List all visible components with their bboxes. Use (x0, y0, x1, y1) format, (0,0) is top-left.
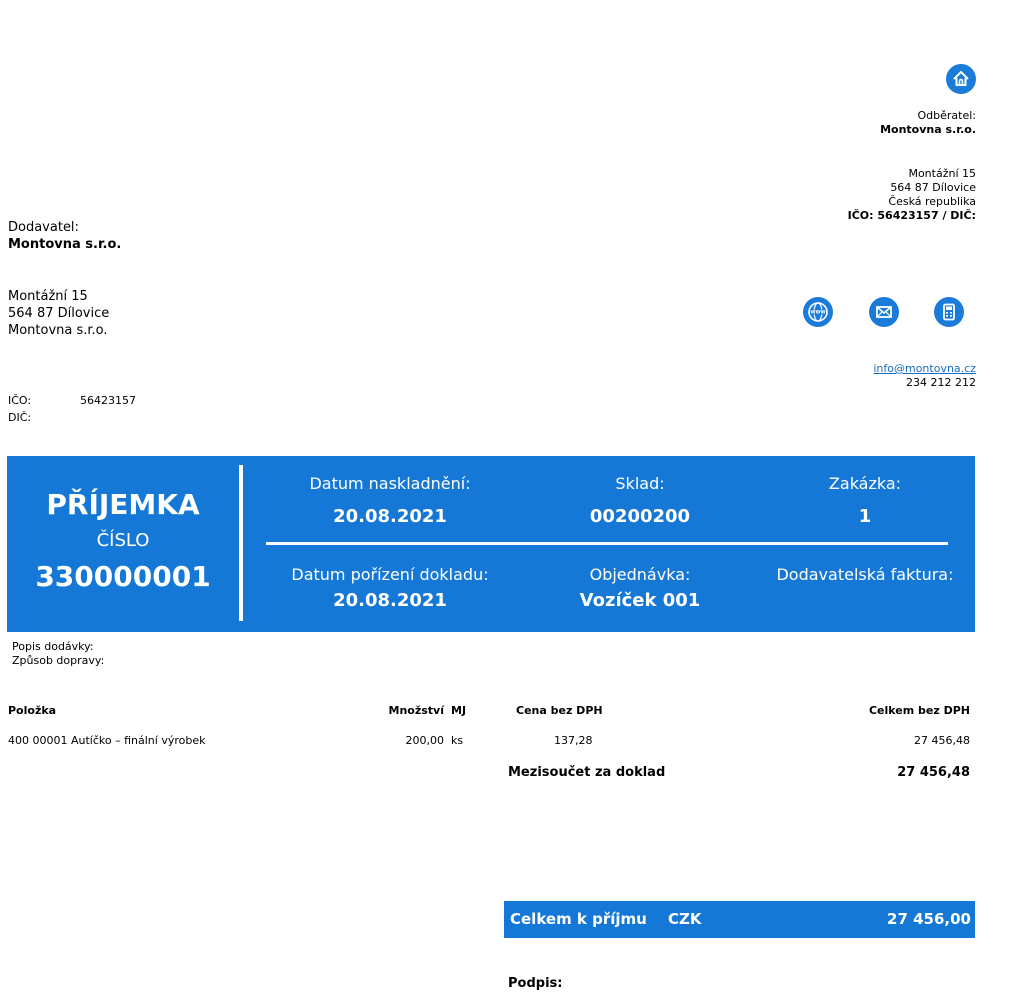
customer-country: Česká republika (888, 195, 976, 208)
supplier-city: 564 87 Dílovice (8, 306, 110, 321)
customer-street: Montážní 15 (908, 167, 976, 180)
col-header-price: Cena bez DPH (516, 704, 603, 717)
document-number-label: ČÍSLO (96, 530, 150, 551)
transport-label: Způsob dopravy: (12, 654, 105, 667)
home-icon (946, 64, 976, 94)
supplier-name: Montovna s.r.o. (8, 237, 122, 252)
row-item: 400 00001 Autíčko – finální výrobek (8, 734, 206, 747)
supplier-ico-row: IČO: 56423157 (8, 394, 136, 408)
job-value: 1 (858, 506, 872, 527)
row-total: 27 456,48 (914, 734, 970, 747)
order-value: Vozíček 001 (579, 590, 701, 611)
warehouse-value: 00200200 (589, 506, 691, 527)
supplier-street: Montážní 15 (8, 289, 88, 304)
supplier-dic-label: DIČ: (8, 411, 32, 424)
delivery-description-label: Popis dodávky: (12, 640, 94, 653)
signature-label: Podpis: (508, 976, 563, 991)
supplier-ico-label: IČO: (8, 394, 32, 407)
order-label: Objednávka: (589, 565, 691, 584)
phone-icon[interactable] (934, 297, 964, 327)
document-number: 330000001 (35, 560, 211, 593)
svg-text:WWW: WWW (810, 310, 825, 316)
document-title: PŘÍJEMKA (46, 488, 200, 521)
supplier-line3: Montovna s.r.o. (8, 323, 108, 338)
mail-icon[interactable] (869, 297, 899, 327)
job-label: Zakázka: (828, 474, 902, 493)
col-header-total: Celkem bez DPH (868, 704, 970, 717)
supplier-ico-value: 56423157 (80, 394, 136, 407)
total-label: Celkem k příjmu (510, 910, 647, 928)
row-unit: ks (451, 734, 464, 747)
contact-phone: 234 212 212 (906, 376, 976, 389)
total-value: 27 456,00 (887, 910, 971, 928)
doc-date-value: 20.08.2021 (333, 590, 447, 611)
banner-divider-vertical (239, 465, 243, 621)
total-bar: Celkem k příjmu CZK 27 456,00 (504, 901, 975, 938)
subtotal-label: Mezisoučet za doklad (508, 765, 666, 780)
row-price: 137,28 (554, 734, 593, 747)
subtotal-value: 27 456,48 (897, 765, 970, 780)
customer-city: 564 87 Dílovice (890, 181, 976, 194)
warehouse-label: Sklad: (615, 474, 665, 493)
col-header-unit: MJ (451, 704, 467, 717)
globe-icon[interactable]: WWW (803, 297, 833, 327)
customer-label: Odběratel: (917, 109, 977, 122)
stock-date-label: Datum naskladnění: (309, 474, 471, 493)
customer-name: Montovna s.r.o. (880, 123, 976, 136)
row-qty: 200,00 (405, 734, 445, 747)
total-currency: CZK (668, 910, 702, 928)
customer-ids: IČO: 56423157 / DIČ: (847, 209, 976, 222)
document-banner: PŘÍJEMKA ČÍSLO 330000001 Datum naskladně… (7, 456, 975, 632)
doc-date-label: Datum pořízení dokladu: (291, 565, 489, 584)
col-header-qty: Množství (388, 704, 444, 717)
stock-date-value: 20.08.2021 (333, 506, 447, 527)
supplier-label: Dodavatel: (8, 220, 79, 235)
banner-divider-horizontal (266, 542, 948, 545)
contact-email-link[interactable]: info@montovna.cz (676, 362, 976, 376)
invoice-label: Dodavatelská faktura: (776, 565, 954, 584)
table-row: 400 00001 Autíčko – finální výrobek 200,… (0, 734, 1014, 750)
col-header-item: Položka (8, 704, 57, 717)
